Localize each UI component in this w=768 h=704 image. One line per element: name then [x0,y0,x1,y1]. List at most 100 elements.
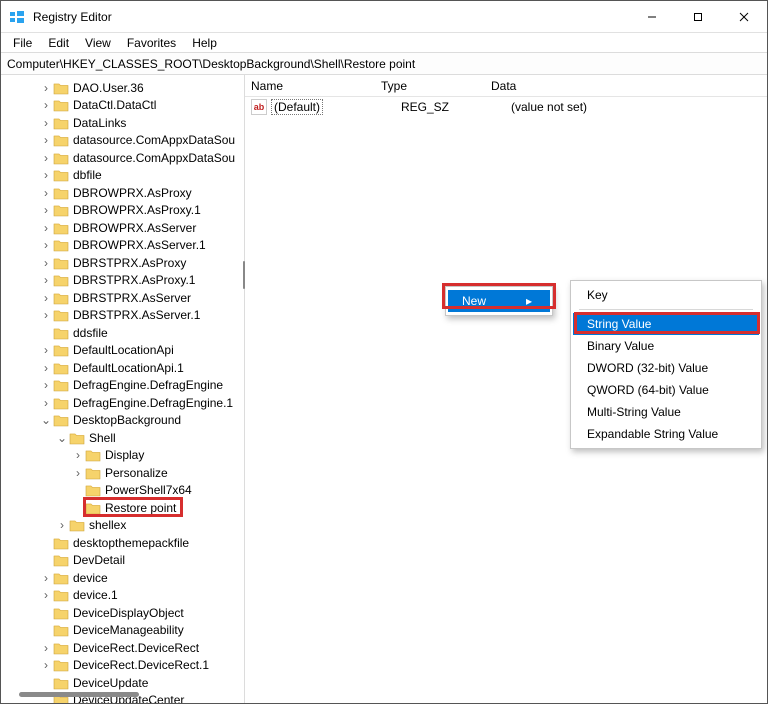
folder-icon [53,116,69,130]
chevron-right-icon[interactable] [39,224,53,232]
close-button[interactable] [721,1,767,33]
context-item-label: New [462,294,486,308]
chevron-right-icon[interactable] [39,241,53,249]
tree-pane[interactable]: DAO.User.36DataCtl.DataCtlDataLinksdatas… [1,75,245,703]
tree-node[interactable]: DBROWPRX.AsProxy [1,184,244,202]
context-item[interactable]: DWORD (32-bit) Value [573,357,759,379]
tree-node[interactable]: PowerShell7x64 [1,482,244,500]
context-item[interactable]: Binary Value [573,335,759,357]
menu-help[interactable]: Help [184,34,225,52]
tree-node[interactable]: DefragEngine.DefragEngine.1 [1,394,244,412]
tree-node[interactable]: DataCtl.DataCtl [1,97,244,115]
tree-node-label: Personalize [105,466,168,480]
col-header-data[interactable]: Data [491,79,767,93]
chevron-right-icon[interactable] [39,154,53,162]
tree-node[interactable]: datasource.ComAppxDataSou [1,132,244,150]
tree-node[interactable]: datasource.ComAppxDataSou [1,149,244,167]
tree-node[interactable]: DBRSTPRX.AsServer.1 [1,307,244,325]
regedit-icon [9,9,25,25]
menu-edit[interactable]: Edit [40,34,77,52]
tree-node-label: DeviceRect.DeviceRect [73,641,199,655]
chevron-right-icon[interactable] [39,644,53,652]
folder-icon [53,553,69,567]
chevron-right-icon[interactable] [39,381,53,389]
value-data: (value not set) [511,100,767,114]
tree-node-label: datasource.ComAppxDataSou [73,133,235,147]
menu-file[interactable]: File [5,34,40,52]
tree-node[interactable]: DefaultLocationApi [1,342,244,360]
tree-node-label: DeviceManageability [73,623,184,637]
chevron-right-icon[interactable] [39,206,53,214]
tree-node[interactable]: DeviceUpdate [1,674,244,692]
address-bar[interactable]: Computer\HKEY_CLASSES_ROOT\DesktopBackgr… [1,53,767,75]
chevron-right-icon[interactable] [39,364,53,372]
tree-node[interactable]: DeviceDisplayObject [1,604,244,622]
tree-node[interactable]: DataLinks [1,114,244,132]
tree-node[interactable]: DeviceRect.DeviceRect [1,639,244,657]
tree-node[interactable]: DBRSTPRX.AsProxy [1,254,244,272]
menu-view[interactable]: View [77,34,119,52]
tree-node[interactable]: desktopthemepackfile [1,534,244,552]
maximize-button[interactable] [675,1,721,33]
context-item[interactable]: Key [573,284,759,306]
tree-node[interactable]: DevDetail [1,552,244,570]
chevron-right-icon[interactable] [39,661,53,669]
chevron-right-icon[interactable] [39,294,53,302]
tree-node[interactable]: DBRSTPRX.AsProxy.1 [1,272,244,290]
context-item-new[interactable]: New ▸ [448,290,550,312]
tree-node[interactable]: DeviceRect.DeviceRect.1 [1,657,244,675]
list-pane[interactable]: Name Type Data ab (Default) REG_SZ (valu… [245,75,767,703]
chevron-right-icon[interactable] [39,591,53,599]
tree-node[interactable]: DBROWPRX.AsServer.1 [1,237,244,255]
tree-node-label: ddsfile [73,326,108,340]
context-item[interactable]: Expandable String Value [573,423,759,445]
registry-tree[interactable]: DAO.User.36DataCtl.DataCtlDataLinksdatas… [1,79,244,703]
chevron-down-icon[interactable] [39,416,53,424]
chevron-right-icon[interactable] [39,346,53,354]
chevron-right-icon[interactable] [55,521,69,529]
chevron-right-icon[interactable] [39,101,53,109]
list-row[interactable]: ab (Default) REG_SZ (value not set) [245,97,767,117]
chevron-right-icon[interactable] [39,259,53,267]
col-header-name[interactable]: Name [251,79,381,93]
tree-node[interactable]: Restore point [1,499,244,517]
chevron-right-icon[interactable] [39,574,53,582]
context-item[interactable]: QWORD (64-bit) Value [573,379,759,401]
tree-node[interactable]: DBROWPRX.AsProxy.1 [1,202,244,220]
tree-node-label: DBROWPRX.AsProxy.1 [73,203,201,217]
tree-node[interactable]: DefaultLocationApi.1 [1,359,244,377]
chevron-right-icon[interactable] [39,276,53,284]
chevron-right-icon[interactable] [39,399,53,407]
chevron-right-icon[interactable] [39,311,53,319]
folder-icon [53,396,69,410]
tree-node[interactable]: device.1 [1,587,244,605]
tree-node[interactable]: Personalize [1,464,244,482]
tree-node[interactable]: Display [1,447,244,465]
tree-node[interactable]: ddsfile [1,324,244,342]
chevron-right-icon[interactable] [39,189,53,197]
chevron-right-icon[interactable] [39,119,53,127]
context-item[interactable]: String Value [573,313,759,335]
tree-node[interactable]: DAO.User.36 [1,79,244,97]
minimize-button[interactable] [629,1,675,33]
tree-node[interactable]: device [1,569,244,587]
tree-node[interactable]: DesktopBackground [1,412,244,430]
chevron-right-icon[interactable] [39,84,53,92]
tree-node[interactable]: DBROWPRX.AsServer [1,219,244,237]
tree-node[interactable]: dbfile [1,167,244,185]
tree-node[interactable]: DefragEngine.DefragEngine [1,377,244,395]
col-header-type[interactable]: Type [381,79,491,93]
chevron-right-icon[interactable] [71,469,85,477]
chevron-right-icon[interactable] [71,451,85,459]
chevron-right-icon[interactable] [39,171,53,179]
tree-node[interactable]: shellex [1,517,244,535]
horizontal-scrollbar-thumb[interactable] [19,692,139,697]
tree-node[interactable]: Shell [1,429,244,447]
submenu-arrow-icon: ▸ [502,294,532,308]
tree-node[interactable]: DeviceManageability [1,622,244,640]
chevron-right-icon[interactable] [39,136,53,144]
tree-node[interactable]: DBRSTPRX.AsServer [1,289,244,307]
chevron-down-icon[interactable] [55,434,69,442]
context-item[interactable]: Multi-String Value [573,401,759,423]
menu-favorites[interactable]: Favorites [119,34,184,52]
